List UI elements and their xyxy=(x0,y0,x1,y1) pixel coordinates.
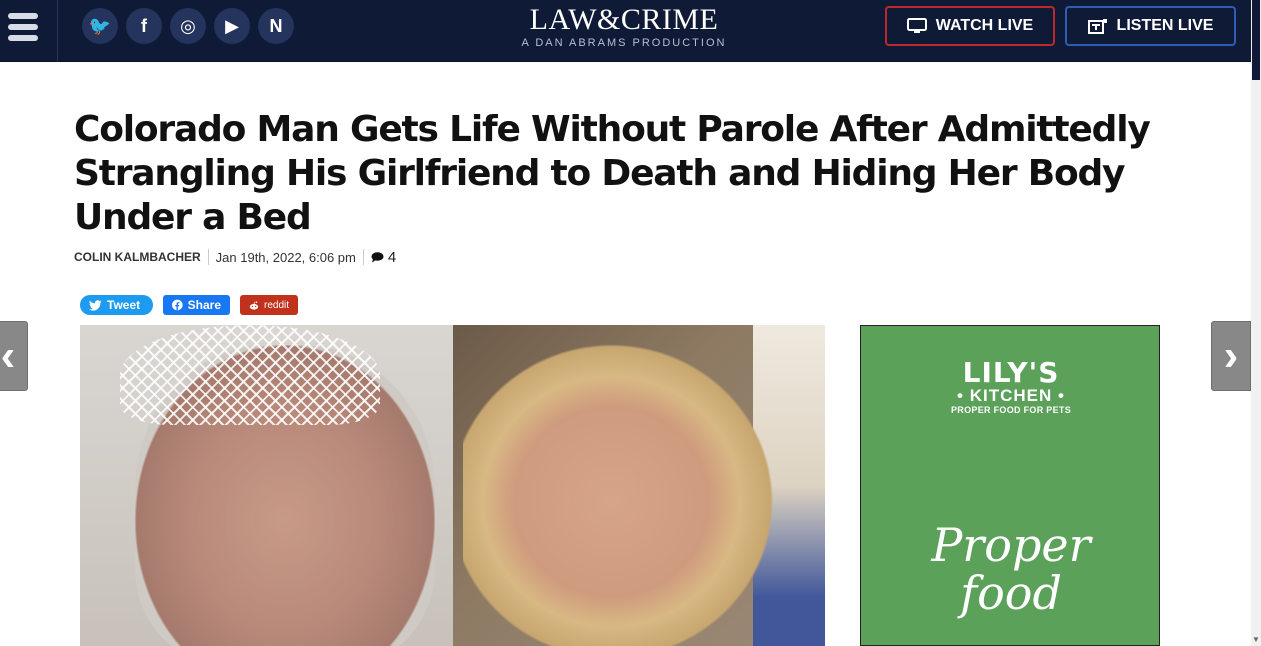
byline-divider xyxy=(207,249,209,265)
facebook-share-label: Share xyxy=(187,298,221,312)
mugshot-photo xyxy=(80,325,453,646)
scrollbar-thumb[interactable] xyxy=(1252,0,1260,80)
site-header: 🐦 f ◎ ▶ N LAW&CRIME A DAN ABRAMS PRODUCT… xyxy=(0,0,1251,62)
header-divider xyxy=(57,0,58,62)
listen-live-button[interactable]: LISTEN LIVE xyxy=(1065,6,1236,46)
twitter-icon[interactable]: 🐦 xyxy=(82,8,118,44)
newsbreak-icon[interactable]: N xyxy=(258,8,294,44)
previous-article-arrow-icon[interactable]: ‹ xyxy=(0,321,28,391)
reddit-label: reddit xyxy=(263,299,289,311)
logo-title: LAW&CRIME xyxy=(529,3,719,36)
reddit-share-button[interactable]: reddit xyxy=(240,295,298,315)
scroll-down-arrow-icon[interactable]: ▼ xyxy=(1252,636,1260,644)
twitter-bird-icon xyxy=(89,299,102,311)
hamburger-icon[interactable] xyxy=(6,11,38,43)
tweet-button[interactable]: Tweet xyxy=(80,295,153,315)
article-byline: COLIN KALMBACHER Jan 19th, 2022, 6:06 pm… xyxy=(74,248,396,266)
watch-live-button[interactable]: WATCH LIVE xyxy=(885,6,1055,46)
instagram-icon[interactable]: ◎ xyxy=(170,8,206,44)
listen-live-label: LISTEN LIVE xyxy=(1116,17,1214,34)
watch-live-label: WATCH LIVE xyxy=(935,17,1034,34)
facebook-icon[interactable]: f xyxy=(126,8,162,44)
byline-divider xyxy=(362,249,364,265)
ad-headline: Proper food xyxy=(861,521,1161,617)
ad-headline-line2: food xyxy=(960,566,1062,620)
share-buttons: Tweet Share reddit xyxy=(80,295,298,315)
comment-count: 4 xyxy=(387,248,397,266)
ad-brand-name: LILY'S xyxy=(962,356,1060,389)
ad-tagline: PROPER FOOD FOR PETS xyxy=(950,405,1071,415)
page-scrollbar[interactable]: ▼ xyxy=(1251,0,1261,646)
victim-photo xyxy=(453,325,825,646)
comments-link[interactable]: 4 xyxy=(371,249,396,266)
publish-date: Jan 19th, 2022, 6:06 pm xyxy=(215,249,356,265)
comment-icon xyxy=(371,251,384,262)
facebook-icon xyxy=(172,299,183,311)
ad-brand-subname: • KITCHEN • xyxy=(957,386,1065,405)
logo-subtitle: A DAN ABRAMS PRODUCTION xyxy=(521,37,727,49)
tweet-label: Tweet xyxy=(107,298,141,312)
radio-icon xyxy=(1087,19,1107,34)
site-logo[interactable]: LAW&CRIME A DAN ABRAMS PRODUCTION xyxy=(500,4,748,50)
victim-face xyxy=(463,325,793,646)
author-link[interactable]: COLIN KALMBACHER xyxy=(74,250,201,264)
ad-headline-line1: Proper xyxy=(931,518,1091,572)
youtube-icon[interactable]: ▶ xyxy=(214,8,250,44)
tv-icon xyxy=(906,18,927,33)
facebook-share-button[interactable]: Share xyxy=(163,295,230,315)
article-headline: Colorado Man Gets Life Without Parole Af… xyxy=(74,109,1151,238)
reddit-icon xyxy=(249,300,259,310)
article-lead-image[interactable] xyxy=(80,325,825,646)
sidebar-advertisement[interactable]: LILY'S • KITCHEN • PROPER FOOD FOR PETS … xyxy=(860,325,1160,646)
next-article-arrow-icon[interactable]: › xyxy=(1211,321,1251,391)
head-netting xyxy=(120,325,380,425)
